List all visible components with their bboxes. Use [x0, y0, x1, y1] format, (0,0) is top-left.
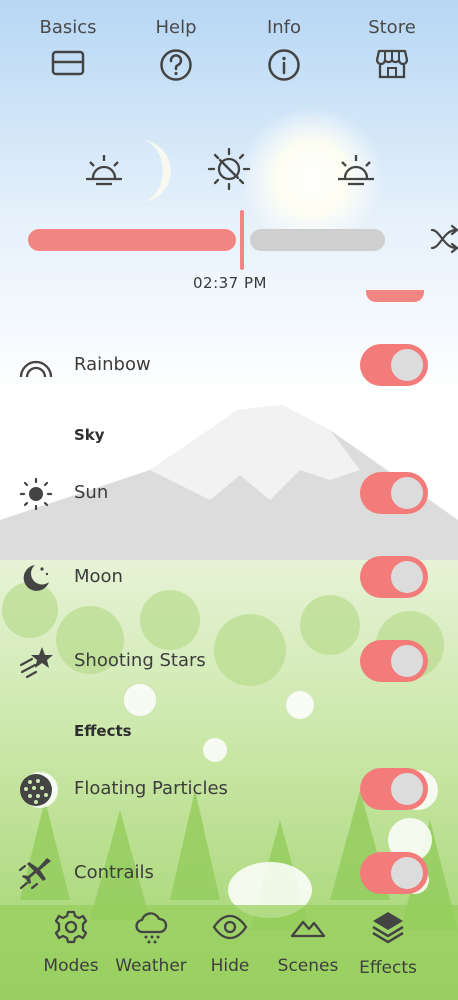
info-circle-icon: [268, 49, 300, 81]
shooting-star-icon: [19, 647, 53, 679]
layers-icon: [372, 912, 404, 944]
sunrise-icon[interactable]: [84, 152, 124, 186]
storefront-icon: [375, 49, 409, 79]
tab-scenes[interactable]: Scenes: [263, 910, 353, 976]
rainbow-toggle[interactable]: [360, 344, 428, 386]
toggle-knob: [391, 857, 423, 889]
moon-toggle[interactable]: [360, 556, 428, 598]
solar-noon-icon[interactable]: [206, 146, 252, 192]
time-slider-fill: [28, 229, 236, 251]
shooting-stars-toggle[interactable]: [360, 640, 428, 682]
basics-button[interactable]: Basics: [20, 14, 116, 78]
time-slider-thumb[interactable]: [240, 210, 244, 270]
tab-effects-label: Effects: [359, 958, 417, 978]
store-button[interactable]: Store: [344, 14, 440, 80]
contrails-label: Contrails: [74, 862, 154, 883]
shooting-stars-label: Shooting Stars: [74, 650, 206, 671]
mountains-icon: [290, 920, 326, 938]
info-button[interactable]: Info: [236, 14, 332, 82]
moon-row: Moon: [0, 550, 458, 606]
toggle-knob: [391, 349, 423, 381]
tab-effects[interactable]: Effects: [343, 910, 433, 978]
shuffle-icon[interactable]: [430, 224, 458, 254]
particles-icon: [20, 774, 52, 806]
sun-icon: [19, 477, 53, 511]
tab-weather-label: Weather: [115, 956, 187, 976]
question-circle-icon: [160, 49, 192, 81]
gear-icon: [54, 910, 88, 944]
top-navigation: Basics Help Info Store: [0, 14, 458, 94]
tab-modes-label: Modes: [43, 956, 99, 976]
info-label: Info: [266, 17, 302, 38]
partially-visible-toggle[interactable]: [366, 290, 424, 302]
floating-particles-row: Floating Particles: [0, 762, 458, 818]
contrails-row: Contrails: [0, 846, 458, 902]
tab-hide-label: Hide: [210, 956, 250, 976]
bottom-tab-bar: Modes Weather Hide Scenes Effects: [0, 910, 458, 1000]
card-icon: [51, 50, 85, 76]
tab-hide[interactable]: Hide: [185, 910, 275, 976]
sunset-icon[interactable]: [336, 152, 376, 186]
toggle-knob: [391, 561, 423, 593]
time-slider-track: [250, 229, 385, 251]
tab-modes[interactable]: Modes: [26, 910, 116, 976]
tab-weather[interactable]: Weather: [106, 910, 196, 976]
eye-icon: [212, 914, 248, 940]
toggle-knob: [391, 645, 423, 677]
section-effects: Effects: [74, 722, 132, 740]
toggle-knob: [391, 773, 423, 805]
sun-row: Sun: [0, 466, 458, 522]
help-label: Help: [155, 17, 197, 38]
moon-label: Moon: [74, 566, 123, 587]
basics-label: Basics: [39, 17, 97, 38]
floating-particles-label: Floating Particles: [74, 778, 228, 799]
sun-label: Sun: [74, 482, 109, 503]
store-label: Store: [368, 17, 416, 38]
sun-toggle[interactable]: [360, 472, 428, 514]
shooting-stars-row: Shooting Stars: [0, 634, 458, 690]
tab-scenes-label: Scenes: [277, 956, 339, 976]
cloud-rain-icon: [135, 912, 168, 944]
time-readout: 02:37 PM: [193, 274, 267, 292]
moon-icon: [23, 565, 49, 591]
floating-particles-toggle[interactable]: [360, 768, 428, 810]
section-sky: Sky: [74, 426, 105, 444]
help-button[interactable]: Help: [128, 14, 224, 82]
rainbow-row: Rainbow: [0, 338, 458, 394]
time-of-day-presets: [0, 146, 458, 202]
toggle-knob: [391, 477, 423, 509]
airplane-contrail-icon: [18, 858, 51, 890]
rainbow-icon: [19, 360, 53, 378]
rainbow-label: Rainbow: [74, 354, 151, 375]
time-slider[interactable]: [28, 210, 388, 270]
contrails-toggle[interactable]: [360, 852, 428, 894]
